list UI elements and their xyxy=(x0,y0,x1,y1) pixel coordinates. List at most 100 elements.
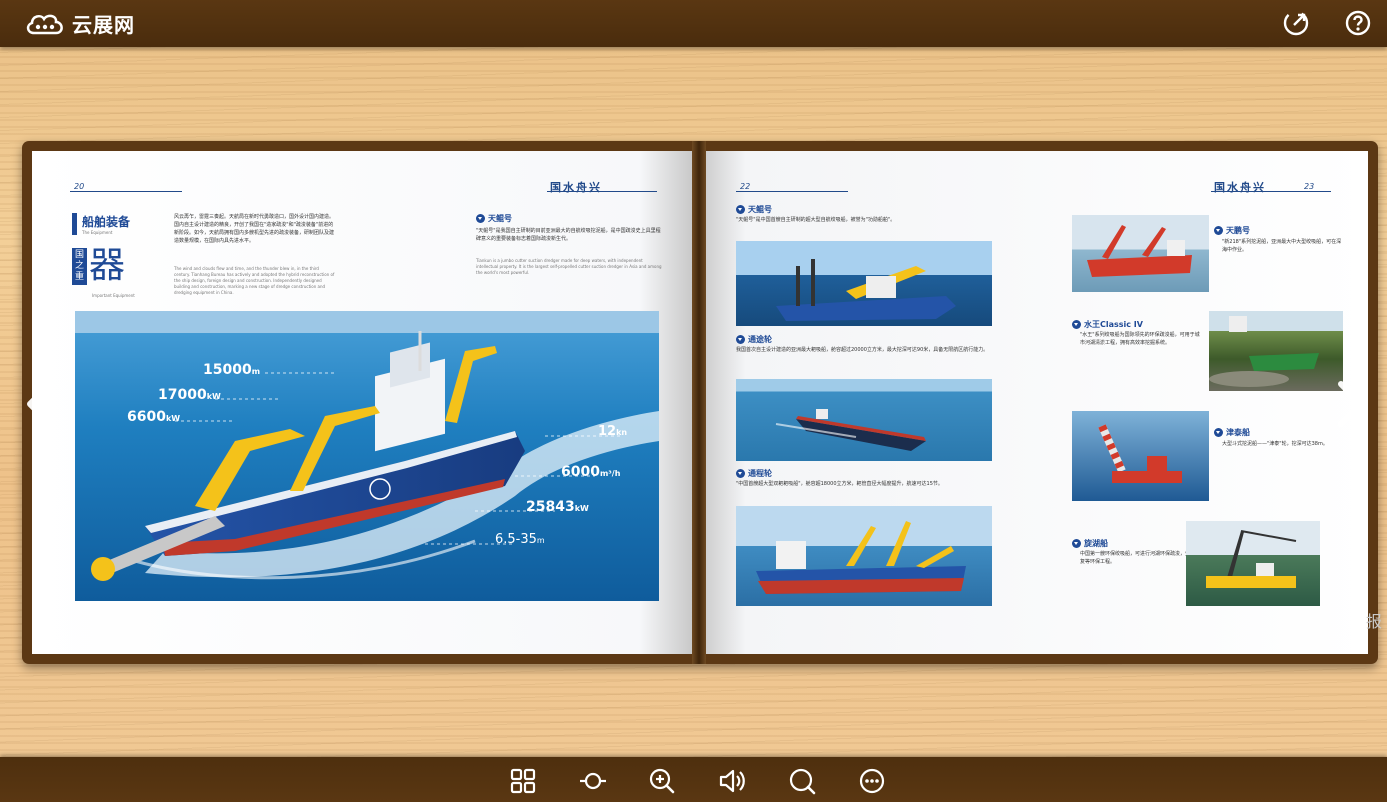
banner-sub: Important Equipment xyxy=(92,293,135,298)
photo-shuiwang[interactable] xyxy=(1209,311,1343,391)
spec-callout: 25843kW xyxy=(526,499,589,515)
cloud-logo-icon xyxy=(26,14,63,34)
section-title: 旋湖船 xyxy=(1084,539,1108,548)
page-number-left: 20 xyxy=(74,182,85,191)
spec-callout: 6.5-35m xyxy=(495,532,545,547)
banner-char: 重 xyxy=(75,272,85,282)
spec-value: 25843 xyxy=(526,499,575,515)
section-title: 通途轮 xyxy=(748,335,772,344)
section-tiankun: 天鲲号 xyxy=(736,204,772,215)
photo-tianpeng[interactable] xyxy=(1072,215,1209,292)
ship-photo-main[interactable]: 15000m 17000kW 6600kW 12kn 6000m³/h 2584… xyxy=(75,311,659,601)
search-icon[interactable] xyxy=(788,767,816,795)
intro-text-en: The wind and clouds flew and time, and t… xyxy=(174,266,335,295)
play-bullet-icon xyxy=(476,214,485,223)
banner-char: 国 xyxy=(75,250,85,260)
spec-unit: kn xyxy=(616,428,628,437)
page-rule xyxy=(547,191,657,192)
book-spine xyxy=(692,141,706,664)
page-number-right-a: 22 xyxy=(740,182,751,191)
section-subtitle: The Equipment xyxy=(82,230,113,235)
brand-logo[interactable]: 云展网 xyxy=(24,9,135,38)
left-page[interactable]: 20 国水舟兴 船舶装备 The Equipment 国 之 重 器 Impor… xyxy=(32,151,692,654)
section-text: 中国第一艘环保绞吸船，可进行河湖环保疏浚，生态修复等环保工程。 xyxy=(1080,551,1201,565)
top-bar: 云展网 xyxy=(0,0,1387,47)
ship-desc-en: Tiankun is a jumbo cutter suction dredge… xyxy=(476,258,662,275)
ship-desc-cn: "天鲲号"是我国自主研制的目前亚洲最大的自航绞吸挖泥船，是中国疏浚史上具里程碑意… xyxy=(476,228,661,242)
section-tianpeng: 天鹏号 xyxy=(1214,225,1250,236)
autoflip-icon[interactable] xyxy=(579,767,607,795)
banner-big-char: 器 xyxy=(89,245,126,286)
play-bullet-icon xyxy=(1072,539,1081,548)
dredger-illustration xyxy=(75,311,659,601)
section-label: 船舶装备 The Equipment xyxy=(72,213,130,235)
section-text: 我国首次自主设计建造的亚洲最大耙吸船，舱容超过20000立方米，最大挖深可达90… xyxy=(736,347,989,353)
page-rule xyxy=(1211,191,1331,192)
play-bullet-icon xyxy=(1214,428,1223,437)
photo-jintai[interactable] xyxy=(1072,411,1209,501)
ship-photo xyxy=(1206,530,1297,588)
page-number-right-b: 23 xyxy=(1304,182,1315,191)
play-bullet-icon xyxy=(1214,226,1223,235)
section-text: "水王"系列绞吸船为国际领先的环保疏浚船，可用于城市河湖清淤工程，拥有高效率挖掘… xyxy=(1080,332,1200,346)
thumbnails-icon[interactable] xyxy=(509,767,537,795)
section-text: "天鲲号"是中国首艘自主研制的超大型自航绞吸船，被誉为"功勋船舶"。 xyxy=(736,217,896,223)
spec-callout: 6000m³/h xyxy=(561,464,620,480)
more-icon[interactable] xyxy=(858,767,886,795)
play-bullet-icon xyxy=(736,469,745,478)
flipbook: 20 国水舟兴 船舶装备 The Equipment 国 之 重 器 Impor… xyxy=(22,141,1378,664)
photo-tongcheng[interactable] xyxy=(736,506,992,606)
help-icon[interactable] xyxy=(1344,9,1372,37)
photo-xuanhu[interactable] xyxy=(1186,521,1320,606)
ship-title: 天鲲号 xyxy=(476,213,512,224)
page-rule xyxy=(736,191,848,192)
section-shuiwang: 水王Classic IV xyxy=(1072,319,1143,330)
spec-callout: 6600kW xyxy=(127,409,180,425)
photo-tiankun[interactable] xyxy=(736,241,992,326)
section-jintai: 津泰船 xyxy=(1214,427,1250,438)
section-text: 大型斗式挖泥船——"津泰"轮，挖深可达38m。 xyxy=(1222,441,1328,447)
section-text: "新218"系列挖泥船，亚洲最大中大型绞吸船，可在深海中作业。 xyxy=(1222,239,1342,253)
zoom-in-icon[interactable] xyxy=(648,767,676,795)
section-title: 津泰船 xyxy=(1226,428,1250,437)
spec-value: 6.5-35 xyxy=(495,532,537,547)
bottom-toolbar xyxy=(0,757,1387,802)
spec-unit: kW xyxy=(206,392,221,401)
spec-value: 6000 xyxy=(561,464,600,480)
spec-unit: m³/h xyxy=(599,469,621,478)
prev-page-arrow-icon[interactable] xyxy=(22,380,58,428)
spec-unit: kW xyxy=(165,414,181,423)
next-page-arrow-icon[interactable] xyxy=(1333,380,1369,428)
sound-icon[interactable] xyxy=(718,767,746,795)
ship-photo xyxy=(775,409,926,451)
spec-unit: m xyxy=(251,367,261,376)
spec-value: 17000 xyxy=(158,387,207,403)
right-page[interactable]: 22 国水舟兴 23 天鲲号 "天鲲号"是中国首艘自主研制的超大型自航绞吸船，被… xyxy=(706,151,1368,654)
section-tongcheng: 通程轮 xyxy=(736,468,772,479)
banner-mark: 国 之 重 器 xyxy=(72,247,125,285)
section-xuanhu: 旋湖船 xyxy=(1072,538,1108,549)
play-bullet-icon xyxy=(736,335,745,344)
ship-photo xyxy=(1087,225,1192,277)
play-bullet-icon xyxy=(1072,320,1081,329)
page-brand-mark: 国水舟兴 xyxy=(550,181,602,194)
page-brand-mark: 国水舟兴 xyxy=(1214,181,1266,194)
banner-small-stack: 国 之 重 xyxy=(72,248,87,285)
spec-unit: m xyxy=(536,536,545,545)
ship-photo xyxy=(1098,424,1182,483)
banner-char: 之 xyxy=(75,261,85,271)
photo-tongtu[interactable] xyxy=(736,379,992,461)
ship-photo xyxy=(756,521,966,594)
section-title: 天鹏号 xyxy=(1226,226,1250,235)
section-tongtu: 通途轮 xyxy=(736,334,772,345)
section-title: 天鲲号 xyxy=(748,205,772,214)
ship-photo xyxy=(776,259,956,321)
ship-photo xyxy=(1209,316,1319,387)
ship-title-text: 天鲲号 xyxy=(488,214,512,223)
intro-text-cn: 风云再乍，雷霆三奏起。天航局在新时代勇敢造口，国外设计国内建造。国内自主设计建造… xyxy=(174,214,335,244)
share-icon[interactable] xyxy=(1282,9,1310,37)
spec-callout: 15000m xyxy=(203,362,260,378)
spec-value: 6600 xyxy=(127,409,166,425)
play-bullet-icon xyxy=(736,205,745,214)
section-title: 通程轮 xyxy=(748,469,772,478)
